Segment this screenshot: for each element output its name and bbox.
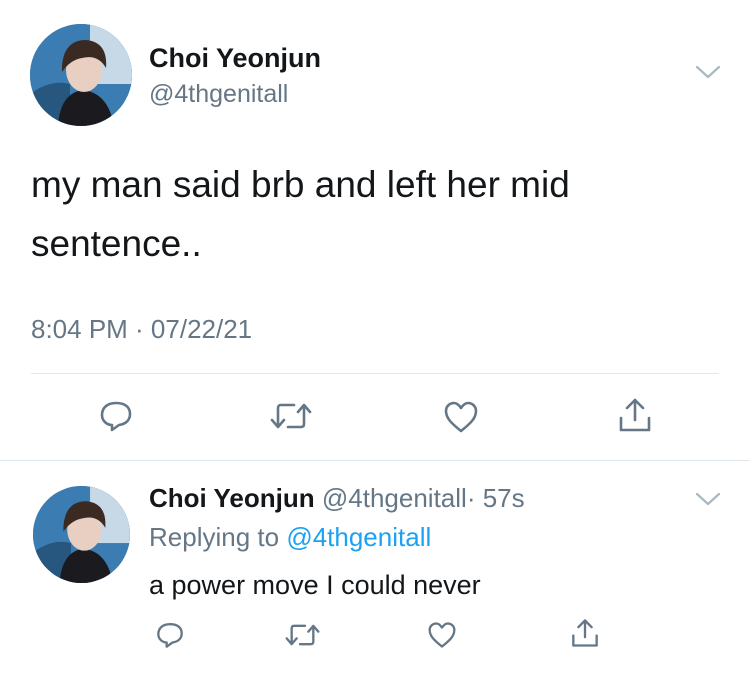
reply-header: Choi Yeonjun @4thgenitall· 57s [149,482,525,514]
replying-to: Replying to @4thgenitall [149,521,431,553]
tweet-timestamp[interactable]: 8:04 PM · 07/22/21 [31,313,252,345]
divider [31,373,719,374]
divider [0,460,750,461]
like-icon[interactable] [443,400,479,434]
time-ago: · 57s [466,483,525,513]
author-handle[interactable]: @4thgenitall [149,79,288,109]
like-icon[interactable] [427,621,457,649]
share-icon[interactable] [570,617,600,649]
avatar[interactable] [30,24,132,126]
author-name[interactable]: Choi Yeonjun [149,42,321,74]
reply-icon[interactable] [98,398,134,434]
avatar[interactable] [33,486,130,583]
retweet-icon[interactable] [285,620,320,650]
retweet-icon[interactable] [270,398,312,434]
replying-to-handle[interactable]: @4thgenitall [286,522,431,552]
reply-text: a power move I could never [149,570,481,600]
share-icon[interactable] [617,396,653,434]
author-handle[interactable]: @4thgenitall [322,483,467,513]
tweet-text-line-1: my man said brb and left her mid [31,164,570,205]
reply-icon[interactable] [155,620,185,650]
chevron-down-icon[interactable] [695,64,721,80]
replying-to-label: Replying to [149,522,280,552]
author-name[interactable]: Choi Yeonjun [149,483,315,513]
chevron-down-icon[interactable] [695,491,721,507]
tweet-text-line-2: sentence.. [31,223,202,264]
